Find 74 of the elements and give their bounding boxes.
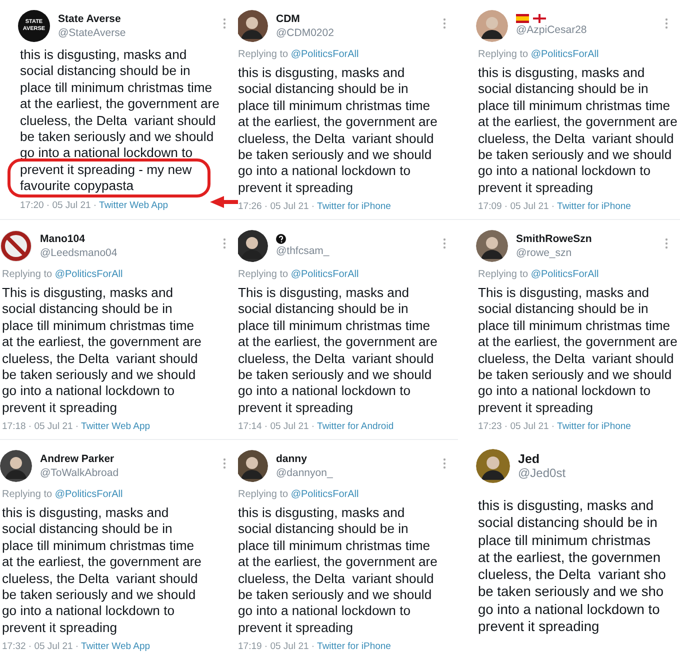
reply-label: Replying to: [2, 489, 54, 500]
user-name: Jed: [518, 452, 541, 466]
source-link[interactable]: Twitter Web App: [99, 200, 168, 211]
source-link[interactable]: Twitter Web App: [81, 641, 150, 652]
tweet-timestamp: 17:19 · 05 Jul 21 ·: [238, 641, 316, 652]
more-icon[interactable]: [223, 458, 226, 469]
tweet-timestamp: 17:14 · 05 Jul 21 ·: [238, 421, 316, 432]
user-name: CDM: [276, 12, 301, 26]
reply-label: Replying to: [2, 269, 54, 280]
tweet-text: this is disgusting, masks and social distancing should be in place till minimum christmas time at the earliest, the government are clueless, the Delta variant should be taken seriously and we should go into a national lockdown to prevent it spreading: [478, 65, 678, 196]
mention-link[interactable]: @PoliticsForAll: [530, 269, 599, 280]
user-handle: @StateAverse: [58, 26, 126, 40]
more-icon[interactable]: [223, 238, 226, 249]
user-name: Andrew Parker: [40, 452, 116, 466]
more-icon[interactable]: [443, 238, 446, 249]
mention-link[interactable]: @PoliticsForAll: [290, 489, 359, 500]
tweet-timestamp: 17:09 · 05 Jul 21 ·: [478, 201, 556, 212]
avatar-icon: [0, 450, 32, 482]
user-handle: @CDM0202: [276, 26, 334, 40]
more-icon[interactable]: [665, 18, 668, 29]
arrow: [210, 196, 238, 208]
mention-link[interactable]: @PoliticsForAll: [290, 49, 359, 60]
tweet-timestamp: 17:32 · 05 Jul 21 ·: [2, 641, 80, 652]
tweet-timestamp: 17:23 · 05 Jul 21 ·: [478, 421, 556, 432]
source-link[interactable]: Twitter for iPhone: [317, 201, 391, 212]
tweet-timestamp: 17:26 · 05 Jul 21 ·: [238, 201, 316, 212]
more-icon[interactable]: [665, 238, 668, 249]
tweet-timestamp: 17:20 · 05 Jul 21 ·: [20, 200, 98, 211]
reply-label: Replying to: [238, 49, 290, 60]
tweet-text: This is disgusting, masks and social distancing should be in place till minimum christmas time at the earliest, the government are clueless, the Delta variant should be taken seriously and we should go into a national lockdown to prevent it spreading: [2, 285, 202, 416]
user-handle: @rowe_szn: [516, 246, 573, 260]
user-handle: @thfcsam_: [276, 244, 330, 258]
avatar-icon: [238, 450, 268, 482]
more-icon[interactable]: [443, 458, 446, 469]
tweet-timestamp: 17:18 · 05 Jul 21 ·: [2, 421, 80, 432]
spain-flag-icon: [516, 14, 529, 23]
reply-label: Replying to: [478, 49, 530, 60]
avatar-icon: [238, 10, 268, 42]
user-name: Mano104: [40, 232, 86, 246]
user-name: SmithRoweSzn: [516, 232, 592, 246]
question-icon: [276, 234, 286, 244]
mention-link[interactable]: @PoliticsForAll: [54, 489, 123, 500]
user-name: danny: [276, 452, 308, 466]
user-handle: @Leedsmano04: [40, 246, 118, 260]
user-handle: @dannyon_: [276, 466, 333, 480]
user-handle: @Jed0st: [518, 466, 566, 480]
tweet-text: this is disgusting, masks and social distancing should be in place till minimum christmas at the earliest, the governmen clueless, the Delta variant sho be taken seriously and we sho go into a national lockdown to prevent it spreading: [478, 497, 666, 636]
source-link[interactable]: Twitter for Android: [317, 421, 394, 432]
avatar-icon: [476, 449, 510, 483]
reply-label: Replying to: [238, 489, 290, 500]
tweet-text: this is disgusting, masks and social distancing should be in place till minimum christmas time at the earliest, the government are clueless, the Delta variant should be taken seriously and we should go into a national lockdown to prevent it spreading: [2, 505, 202, 636]
source-link[interactable]: Twitter Web App: [81, 421, 150, 432]
reply-label: Replying to: [478, 269, 530, 280]
tweet-text: This is disgusting, masks and social distancing should be in place till minimum christmas time at the earliest, the government are clueless, the Delta variant should be taken seriously and we should go into a national lockdown to prevent it spreading: [238, 285, 438, 416]
source-link[interactable]: Twitter for iPhone: [557, 201, 631, 212]
avatar-icon: [476, 230, 508, 262]
tweet-text: this is disgusting, masks and social distancing should be in place till minimum christmas time at the earliest, the government are clueless, the Delta variant should be taken seriously and we should go into a national lockdown to prevent it spreading: [238, 505, 438, 636]
tweet-text: This is disgusting, masks and social distancing should be in place till minimum christmas time at the earliest, the government are clueless, the Delta variant should be taken seriously and we should go into a national lockdown to prevent it spreading: [478, 285, 678, 416]
mention-link[interactable]: @PoliticsForAll: [530, 49, 599, 60]
more-icon[interactable]: [443, 18, 446, 29]
mention-link[interactable]: @PoliticsForAll: [54, 269, 123, 280]
reply-label: Replying to: [238, 269, 290, 280]
prohibited-icon: [0, 230, 32, 262]
tweet-text: this is disgusting, masks and social distancing should be in place till minimum christmas time at the earliest, the government are clueless, the Delta variant should be taken seriously and we should go into a national lockdown to prevent it spreading: [238, 65, 438, 196]
source-link[interactable]: Twitter for iPhone: [557, 421, 631, 432]
avatar-icon: [238, 230, 268, 262]
avatar-icon: [476, 10, 508, 42]
mention-link[interactable]: @PoliticsForAll: [290, 269, 359, 280]
england-flag-icon: [533, 14, 546, 23]
user-handle: @AzpiCesar28: [516, 23, 587, 38]
source-link[interactable]: Twitter for iPhone: [317, 641, 391, 652]
more-icon[interactable]: [223, 18, 226, 29]
user-name: State Averse: [58, 12, 122, 26]
user-handle: @ToWalkAbroad: [40, 466, 119, 480]
